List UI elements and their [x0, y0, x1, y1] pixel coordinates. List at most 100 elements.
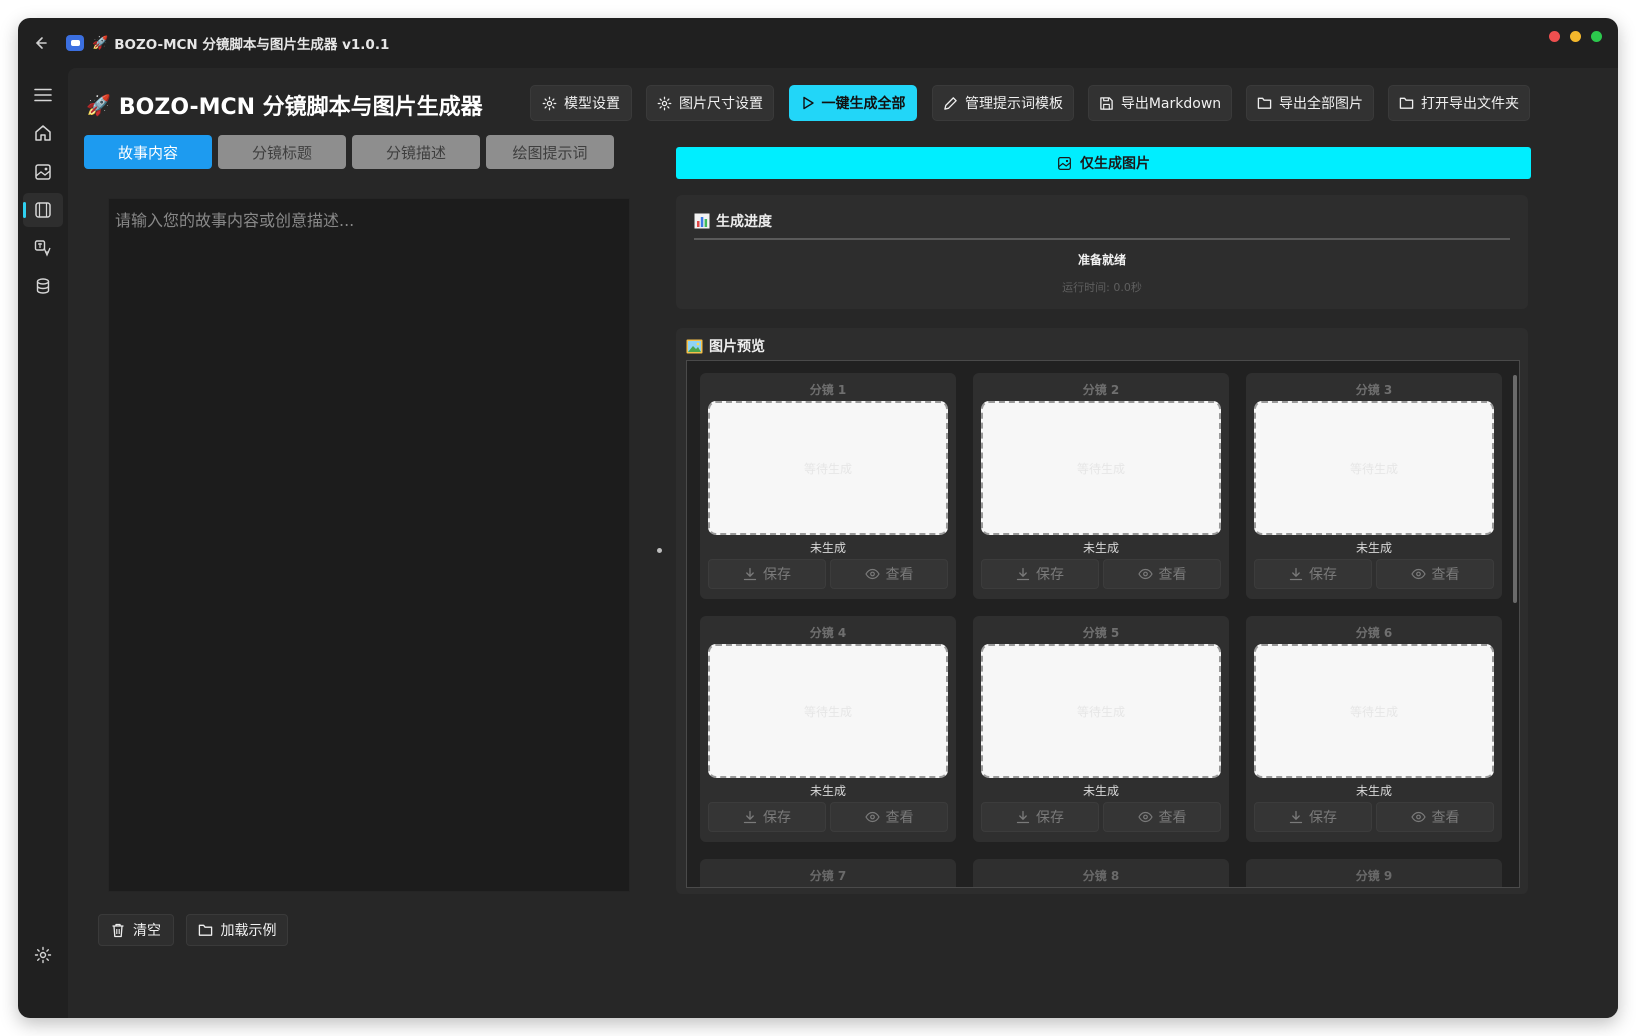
image-icon[interactable]: [23, 155, 63, 189]
eye-icon: [864, 568, 880, 580]
manage-templates-button[interactable]: 管理提示词模板: [932, 85, 1074, 121]
clear-button[interactable]: 清空: [98, 914, 174, 946]
image-placeholder[interactable]: 等待生成: [708, 644, 948, 778]
image-placeholder[interactable]: 等待生成: [1254, 644, 1494, 778]
tab-story-content[interactable]: 故事内容: [84, 135, 212, 169]
view-button[interactable]: 查看: [1376, 802, 1494, 832]
placeholder-text: 等待生成: [1076, 704, 1125, 719]
folder-icon: [1257, 97, 1272, 109]
generate-all-button[interactable]: 一键生成全部: [789, 85, 917, 121]
back-arrow-icon[interactable]: [18, 18, 62, 68]
minimize-window-button[interactable]: [1570, 31, 1581, 42]
preview-scrollbar[interactable]: [1513, 375, 1517, 603]
storyboard-icon[interactable]: [23, 193, 63, 227]
save-button[interactable]: 保存: [708, 802, 826, 832]
database-icon[interactable]: [23, 269, 63, 303]
export-markdown-button[interactable]: 导出Markdown: [1088, 85, 1232, 121]
close-window-button[interactable]: [1549, 31, 1560, 42]
gear-icon: [542, 96, 557, 110]
translate-icon[interactable]: [23, 231, 63, 265]
load-example-button[interactable]: 加载示例: [186, 914, 288, 946]
card-label: 分镜 3: [1355, 383, 1393, 397]
splitter-handle[interactable]: [657, 548, 662, 553]
image-placeholder[interactable]: 等待生成: [708, 401, 948, 535]
preview-grid[interactable]: 分镜 1 等待生成 未生成 保存 查看 分镜 2 等待生成 未生成 保存 查看 …: [686, 360, 1520, 888]
view-button[interactable]: 查看: [830, 559, 948, 589]
save-label: 保存: [763, 810, 791, 826]
save-button[interactable]: 保存: [1254, 559, 1372, 589]
save-button[interactable]: 保存: [981, 559, 1099, 589]
view-label: 查看: [1158, 567, 1187, 583]
save-label: 保存: [1036, 810, 1064, 826]
card-status: 未生成: [1082, 784, 1119, 798]
save-label: 保存: [1309, 810, 1337, 826]
export-all-images-button[interactable]: 导出全部图片: [1246, 85, 1374, 121]
progress-panel: 生成进度 准备就绪 运行时间: 0.0秒: [676, 195, 1528, 309]
placeholder-text: 等待生成: [1349, 461, 1398, 476]
sidebar-nav: [18, 68, 68, 1018]
view-button[interactable]: 查看: [1103, 802, 1221, 832]
save-button[interactable]: 保存: [708, 559, 826, 589]
eye-icon: [1410, 568, 1426, 580]
manage-templates-label: 管理提示词模板: [965, 96, 1063, 112]
download-icon: [1289, 567, 1303, 581]
progress-header: 生成进度: [694, 211, 772, 231]
story-input[interactable]: [108, 198, 630, 892]
eye-icon: [864, 811, 880, 823]
storyboard-card: 分镜 1 等待生成 未生成 保存 查看: [700, 373, 956, 599]
card-label: 分镜 6: [1355, 626, 1393, 640]
picture-icon: [686, 339, 703, 353]
settings-icon[interactable]: [23, 938, 63, 972]
folder-icon: [198, 924, 212, 936]
maximize-window-button[interactable]: [1591, 31, 1602, 42]
page-title-text: BOZO-MCN 分镜脚本与图片生成器: [118, 95, 483, 120]
home-icon[interactable]: [23, 116, 63, 150]
rocket-icon: 🚀: [92, 35, 109, 51]
image-placeholder[interactable]: 等待生成: [981, 644, 1221, 778]
window-controls: [1549, 31, 1602, 42]
download-icon: [1016, 810, 1030, 824]
save-label: 保存: [1036, 567, 1064, 583]
storyboard-card: 分镜 4 等待生成 未生成 保存 查看: [700, 616, 956, 842]
download-icon: [1289, 810, 1303, 824]
generate-images-only-button[interactable]: 仅生成图片: [676, 147, 1531, 179]
tab-shot-descriptions[interactable]: 分镜描述: [352, 135, 480, 169]
menu-icon[interactable]: [23, 78, 63, 112]
tab-shot-titles[interactable]: 分镜标题: [218, 135, 346, 169]
card-status: 未生成: [1355, 784, 1392, 798]
view-button[interactable]: 查看: [1376, 559, 1494, 589]
save-button[interactable]: 保存: [981, 802, 1099, 832]
image-size-settings-button[interactable]: 图片尺寸设置: [646, 85, 774, 121]
open-export-folder-label: 打开导出文件夹: [1421, 96, 1519, 112]
image-placeholder[interactable]: 等待生成: [981, 401, 1221, 535]
trash-icon: [112, 923, 124, 937]
view-label: 查看: [885, 567, 914, 583]
image-placeholder[interactable]: 等待生成: [1254, 401, 1494, 535]
view-button[interactable]: 查看: [1103, 559, 1221, 589]
load-example-label: 加载示例: [220, 923, 277, 939]
progress-status: 准备就绪: [1077, 253, 1126, 267]
image-size-settings-label: 图片尺寸设置: [679, 96, 763, 112]
tab-drawing-prompts[interactable]: 绘图提示词: [486, 135, 614, 169]
storyboard-card: 分镜 5 等待生成 未生成 保存 查看: [973, 616, 1229, 842]
content-tabs: 故事内容 分镜标题 分镜描述 绘图提示词: [84, 135, 614, 169]
view-button[interactable]: 查看: [830, 802, 948, 832]
gear-icon: [657, 96, 672, 110]
card-status: 未生成: [1355, 541, 1392, 555]
eye-icon: [1137, 811, 1153, 823]
view-label: 查看: [1431, 810, 1460, 826]
placeholder-text: 等待生成: [1076, 461, 1125, 476]
download-icon: [1016, 567, 1030, 581]
save-button[interactable]: 保存: [1254, 802, 1372, 832]
export-markdown-label: 导出Markdown: [1120, 96, 1222, 112]
view-label: 查看: [1158, 810, 1187, 826]
placeholder-text: 等待生成: [803, 461, 852, 476]
card-status: 未生成: [809, 541, 846, 555]
save-label: 保存: [1309, 567, 1337, 583]
open-export-folder-button[interactable]: 打开导出文件夹: [1388, 85, 1530, 121]
image-icon: [1058, 156, 1071, 170]
storyboard-card: 分镜 3 等待生成 未生成 保存 查看: [1246, 373, 1502, 599]
progress-bar: [694, 238, 1510, 240]
model-settings-button[interactable]: 模型设置: [530, 85, 632, 121]
export-all-images-label: 导出全部图片: [1279, 96, 1363, 112]
